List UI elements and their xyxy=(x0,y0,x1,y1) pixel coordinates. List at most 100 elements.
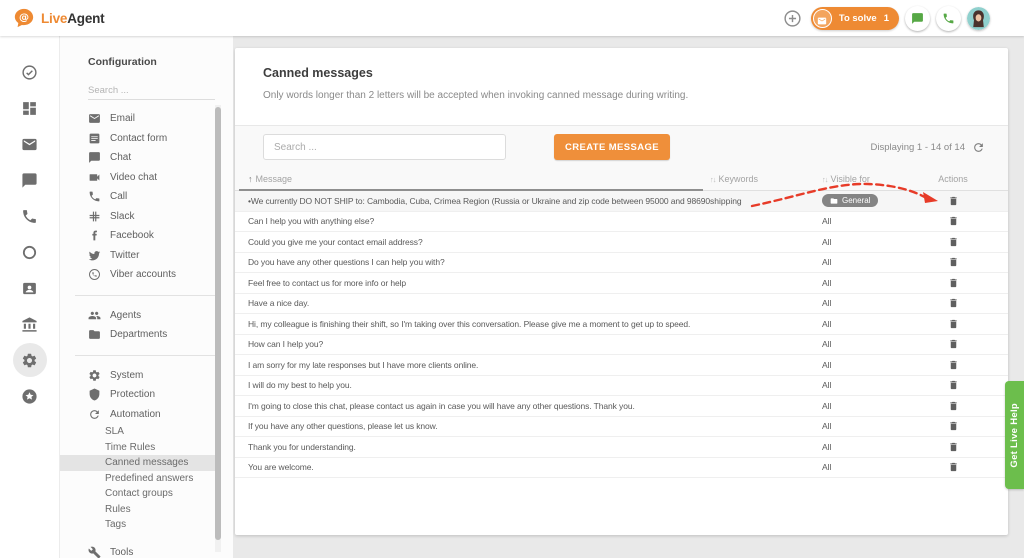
config-menu-item-label: Agents xyxy=(110,310,141,321)
table-row[interactable]: How can I help you? All xyxy=(235,335,1008,356)
config-menu-item[interactable]: Tools xyxy=(88,543,233,558)
delete-button[interactable] xyxy=(948,215,959,227)
rail-nav-item[interactable] xyxy=(20,170,40,190)
table-row[interactable]: I'm going to close this chat, please con… xyxy=(235,396,1008,417)
rail-nav-item[interactable] xyxy=(20,314,40,334)
trash-icon xyxy=(948,297,959,309)
sorted-column-underline xyxy=(239,189,703,191)
config-menu-item[interactable]: Agents xyxy=(88,306,233,326)
rail-nav-item[interactable] xyxy=(20,386,40,406)
delete-button[interactable] xyxy=(948,400,959,412)
visible-for-value: All xyxy=(822,462,831,472)
configuration-search-input[interactable] xyxy=(88,82,215,100)
config-menu-item[interactable]: Facebook xyxy=(88,226,233,246)
rail-nav-item[interactable] xyxy=(20,98,40,118)
delete-button[interactable] xyxy=(948,195,959,207)
refresh-icon[interactable] xyxy=(972,141,985,154)
visible-for-value: All xyxy=(822,360,831,370)
config-menu-item[interactable]: Video chat xyxy=(88,168,233,188)
phone-icon xyxy=(942,12,955,25)
config-scrollbar-thumb[interactable] xyxy=(215,107,221,540)
table-row[interactable]: •We currently DO NOT SHIP to: Cambodia, … xyxy=(235,191,1008,212)
table-row[interactable]: I will do my best to help you. All xyxy=(235,376,1008,397)
message-cell: Could you give me your contact email add… xyxy=(248,237,710,247)
table-row[interactable]: Can I help you with anything else? All xyxy=(235,212,1008,233)
column-header-keywords[interactable]: ↑↓ Keywords xyxy=(710,174,822,184)
config-menu-item-label: Tags xyxy=(105,519,126,530)
config-menu-item[interactable]: Tags xyxy=(88,517,233,533)
to-solve-button[interactable]: To solve 1 xyxy=(811,7,899,30)
rail-nav-item[interactable] xyxy=(20,134,40,154)
config-menu-item[interactable]: Automation xyxy=(88,405,233,425)
table-row[interactable]: Thank you for understanding. All xyxy=(235,437,1008,458)
delete-button[interactable] xyxy=(948,379,959,391)
rail-nav-item[interactable] xyxy=(20,278,40,298)
config-menu-item[interactable] xyxy=(75,355,215,356)
config-menu-item[interactable]: Email xyxy=(88,109,233,129)
rail-nav-item[interactable] xyxy=(20,206,40,226)
chat-icon xyxy=(21,172,38,189)
calls-button[interactable] xyxy=(936,6,961,31)
config-menu-item[interactable]: Protection xyxy=(88,385,233,405)
config-menu-item[interactable]: Slack xyxy=(88,207,233,227)
rail-nav-item[interactable] xyxy=(20,242,40,262)
chats-button[interactable] xyxy=(905,6,930,31)
message-cell: I'm going to close this chat, please con… xyxy=(248,401,710,411)
config-menu-item[interactable]: SLA xyxy=(88,424,233,440)
viber-icon xyxy=(88,268,101,281)
table-row[interactable]: Have a nice day. All xyxy=(235,294,1008,315)
config-menu-item[interactable]: Canned messages xyxy=(60,455,215,471)
table-row[interactable]: You are welcome. All xyxy=(235,458,1008,479)
config-menu-item[interactable]: Twitter xyxy=(88,246,233,266)
get-live-help-tab[interactable]: Get Live Help xyxy=(1005,381,1024,489)
config-menu-item[interactable]: Call xyxy=(88,187,233,207)
delete-button[interactable] xyxy=(948,236,959,248)
visible-for-value: All xyxy=(822,216,831,226)
message-cell: How can I help you? xyxy=(248,339,710,349)
delete-button[interactable] xyxy=(948,297,959,309)
create-message-button[interactable]: CREATE MESSAGE xyxy=(554,134,670,160)
column-header-message[interactable]: ↑ Message xyxy=(248,174,710,184)
liveagent-logo[interactable]: @ LiveAgent xyxy=(0,7,104,29)
config-menu-item[interactable]: Rules xyxy=(88,502,233,518)
config-menu-item[interactable]: Viber accounts xyxy=(88,265,233,285)
message-cell: I will do my best to help you. xyxy=(248,380,710,390)
config-menu-item[interactable]: Chat xyxy=(88,148,233,168)
check-circle-icon xyxy=(21,64,38,81)
table-row[interactable]: Feel free to contact us for more info or… xyxy=(235,273,1008,294)
messages-search-input[interactable] xyxy=(263,134,506,160)
config-menu-item[interactable]: Departments xyxy=(88,325,233,345)
user-avatar[interactable] xyxy=(967,7,990,30)
table-header-row: ↑ Message ↑↓ Keywords ↑↓ Visible for Act… xyxy=(235,168,1008,191)
actions-cell xyxy=(935,277,971,289)
rail-nav-item[interactable] xyxy=(20,62,40,82)
delete-button[interactable] xyxy=(948,277,959,289)
actions-cell xyxy=(935,379,971,391)
delete-button[interactable] xyxy=(948,318,959,330)
visible-for-cell: All xyxy=(822,360,935,370)
rail-nav-item[interactable] xyxy=(20,350,40,370)
column-header-visible-for[interactable]: ↑↓ Visible for xyxy=(822,174,935,184)
delete-button[interactable] xyxy=(948,420,959,432)
delete-button[interactable] xyxy=(948,461,959,473)
table-row[interactable]: I am sorry for my late responses but I h… xyxy=(235,355,1008,376)
message-cell: Thank you for understanding. xyxy=(248,442,710,452)
config-menu-item[interactable]: Contact form xyxy=(88,129,233,149)
delete-button[interactable] xyxy=(948,441,959,453)
departments-icon xyxy=(88,328,101,341)
table-row[interactable]: Could you give me your contact email add… xyxy=(235,232,1008,253)
add-new-button[interactable] xyxy=(781,6,805,30)
config-menu-item[interactable]: Predefined answers xyxy=(88,471,233,487)
table-row[interactable]: If you have any other questions, please … xyxy=(235,417,1008,438)
config-menu-item[interactable] xyxy=(75,295,215,296)
table-row[interactable]: Do you have any other questions I can he… xyxy=(235,253,1008,274)
config-menu-item[interactable]: Time Rules xyxy=(88,440,233,456)
department-badge: General xyxy=(822,194,878,207)
delete-button[interactable] xyxy=(948,256,959,268)
table-row[interactable]: Hi, my colleague is finishing their shif… xyxy=(235,314,1008,335)
visible-for-cell: All xyxy=(822,442,935,452)
delete-button[interactable] xyxy=(948,359,959,371)
delete-button[interactable] xyxy=(948,338,959,350)
config-menu-item[interactable]: Contact groups xyxy=(88,486,233,502)
config-menu-item[interactable]: System xyxy=(88,366,233,386)
